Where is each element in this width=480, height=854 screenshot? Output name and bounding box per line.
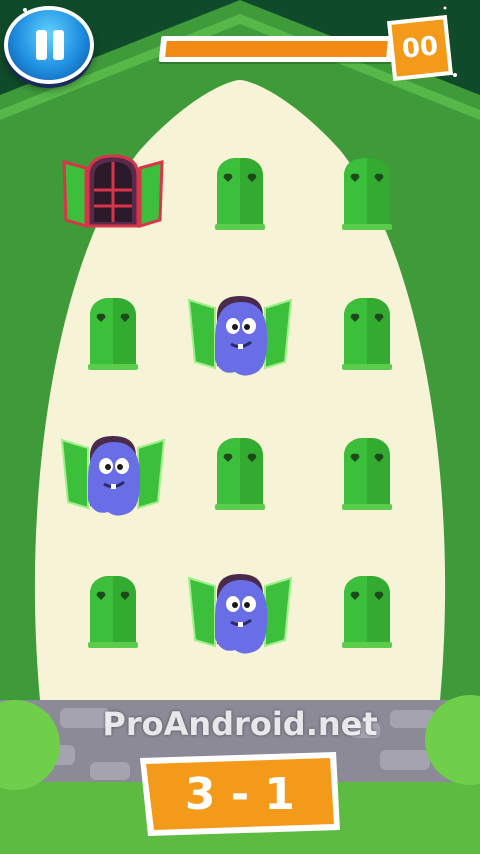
progress-bar [158, 36, 402, 62]
window-closed[interactable] [185, 430, 295, 520]
window-closed[interactable] [312, 430, 422, 520]
window-closed[interactable] [312, 290, 422, 380]
window-open-ghost[interactable] [58, 430, 168, 520]
level-value: 3 - 1 [184, 768, 296, 820]
window-closed[interactable] [312, 568, 422, 658]
window-open-ghost[interactable] [185, 568, 295, 658]
watermark-text: ProAndroid.net [102, 705, 378, 743]
window-closed[interactable] [58, 568, 168, 658]
window-closed[interactable] [58, 290, 168, 380]
window-open-ghost[interactable] [185, 290, 295, 380]
progress-fill [165, 41, 388, 57]
window-closed[interactable] [185, 150, 295, 240]
pause-icon [36, 30, 47, 60]
pause-button[interactable] [4, 6, 94, 84]
window-closed[interactable] [312, 150, 422, 240]
score-value: 00 [400, 31, 440, 65]
window-open-empty[interactable] [58, 150, 168, 240]
score-counter: 00 [387, 15, 453, 81]
level-label: 3 - 1 [140, 752, 340, 836]
